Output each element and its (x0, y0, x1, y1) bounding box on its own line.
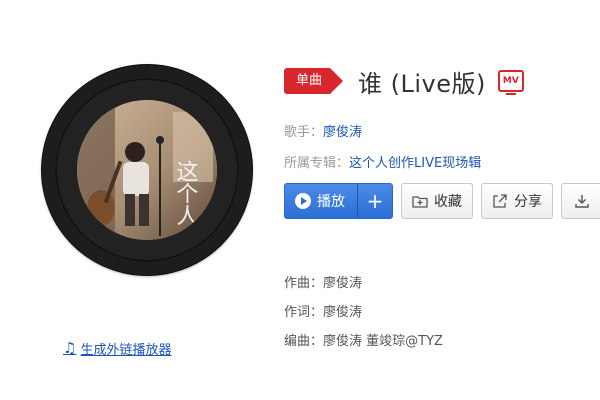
album-section: 这个人 ♫ 生成外链播放器 (41, 64, 253, 358)
album-cover-art: 这个人 (77, 100, 217, 240)
cover-calligraphy: 这个人 (173, 160, 199, 226)
arranger-value: 廖俊涛 董竣琮@TYZ (323, 334, 443, 349)
share-label: 分享 (514, 194, 542, 210)
composer-label: 作曲： (284, 276, 324, 291)
arranger-row: 编曲：廖俊涛 董竣琮@TYZ (284, 330, 443, 349)
download-button[interactable] (561, 183, 600, 219)
folder-add-icon (412, 196, 428, 208)
song-info: 单曲 谁 (Live版) MV 歌手：廖俊涛 所属专辑：这个人创作LIVE现场辑… (284, 0, 600, 400)
external-player-label[interactable]: 生成外链播放器 (80, 339, 171, 358)
singer-link[interactable]: 廖俊涛 (323, 125, 362, 140)
vinyl-record: 这个人 (41, 64, 253, 276)
external-player-link[interactable]: ♫ 生成外链播放器 (63, 338, 171, 358)
album-row: 所属专辑：这个人创作LIVE现场辑 (284, 152, 481, 171)
composer-row: 作曲：廖俊涛 (284, 272, 362, 291)
song-page: 这个人 ♫ 生成外链播放器 单曲 谁 (Live版) MV 歌手：廖俊涛 所属专… (0, 0, 600, 400)
lyricist-value: 廖俊涛 (323, 305, 363, 320)
album-link[interactable]: 这个人创作LIVE现场辑 (349, 156, 481, 171)
arranger-label: 编曲： (284, 334, 324, 349)
share-button[interactable]: 分享 (481, 183, 553, 219)
play-icon (295, 193, 311, 209)
singer-label: 歌手： (284, 125, 324, 140)
album-cover[interactable]: 这个人 (77, 100, 217, 240)
lyricist-row: 作词：廖俊涛 (284, 301, 362, 320)
collect-button[interactable]: 收藏 (401, 183, 473, 219)
singer-row: 歌手：廖俊涛 (284, 121, 362, 140)
action-buttons: 播放 + 收藏 分享 (284, 183, 600, 219)
play-button-group: 播放 + (284, 183, 393, 219)
music-note-icon: ♫ (63, 339, 77, 357)
collect-label: 收藏 (434, 194, 462, 210)
mv-icon[interactable]: MV (497, 70, 524, 95)
song-title: 谁 (Live版) (358, 69, 486, 98)
download-icon (575, 195, 589, 208)
play-button[interactable]: 播放 (285, 184, 357, 218)
single-badge: 单曲 (284, 68, 344, 94)
share-icon (493, 194, 507, 208)
add-to-playlist-button[interactable]: + (357, 184, 392, 218)
composer-value: 廖俊涛 (323, 276, 363, 291)
lyricist-label: 作词： (284, 305, 324, 320)
album-label: 所属专辑： (284, 156, 350, 171)
play-label: 播放 (317, 194, 345, 210)
title-row: 单曲 谁 (Live版) MV (284, 66, 524, 98)
